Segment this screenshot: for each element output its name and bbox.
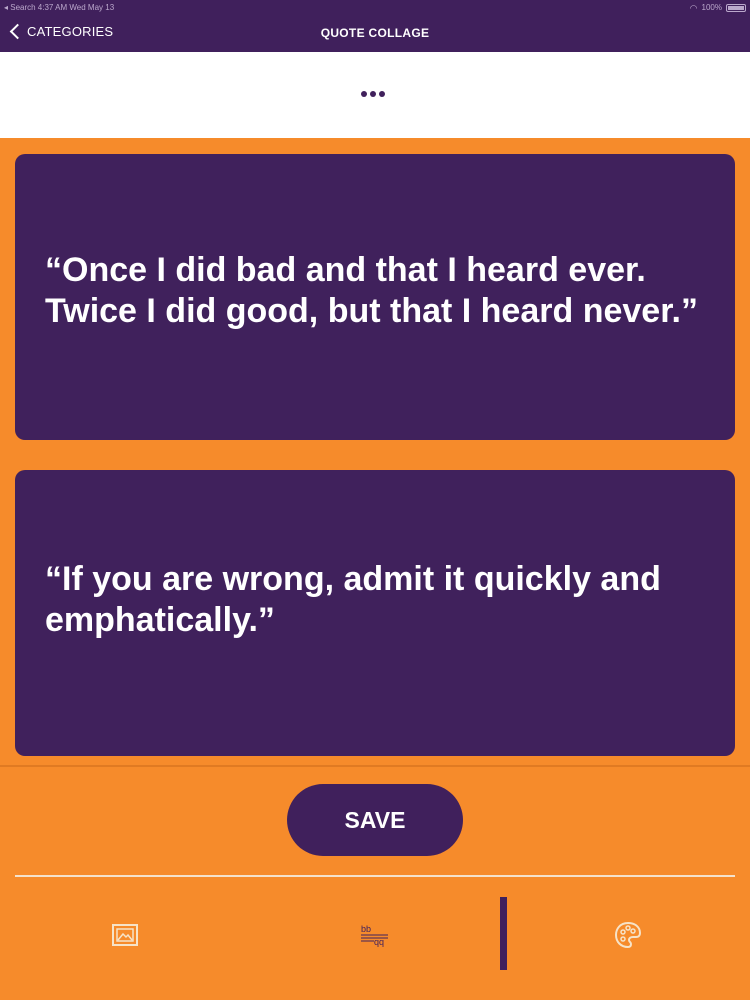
quote-card-1[interactable]: “Once I did bad and that I heard ever. T… [15,154,735,440]
tab-image[interactable] [105,918,145,952]
status-bar-left: ◂ Search 4:37 AM Wed May 13 [4,3,115,12]
save-button[interactable]: SAVE [287,784,463,856]
active-tab-indicator [500,897,507,970]
toolbar-divider [15,875,735,877]
quote-text-2: “If you are wrong, admit it quickly and … [45,560,661,639]
more-dots-icon[interactable] [361,91,385,97]
image-icon [112,924,138,946]
battery-icon [726,4,746,12]
page-title: QUOTE COLLAGE [320,26,430,40]
dot [361,91,367,97]
menu-bar [0,52,750,138]
palette-icon [614,921,642,949]
divider [0,765,750,767]
battery-percent: 100% [701,3,722,12]
quote-card-2[interactable]: “If you are wrong, admit it quickly and … [15,470,735,756]
wifi-icon: ◠ [689,3,698,13]
status-bar-right: ◠ 100% [690,2,746,14]
text-style-glyph-top: bb [361,924,371,934]
tab-palette[interactable] [608,918,648,952]
dot [379,91,385,97]
text-style-icon: bb qq [361,924,388,947]
dot [370,91,376,97]
quote-text-1: “Once I did bad and that I heard ever. T… [45,251,698,330]
text-style-glyph-bottom: qq [374,937,384,947]
tab-text-style[interactable]: bb qq [355,918,395,952]
navigation-bar: ◂ Search 4:37 AM Wed May 13 ◠ 100% CATEG… [0,0,750,52]
